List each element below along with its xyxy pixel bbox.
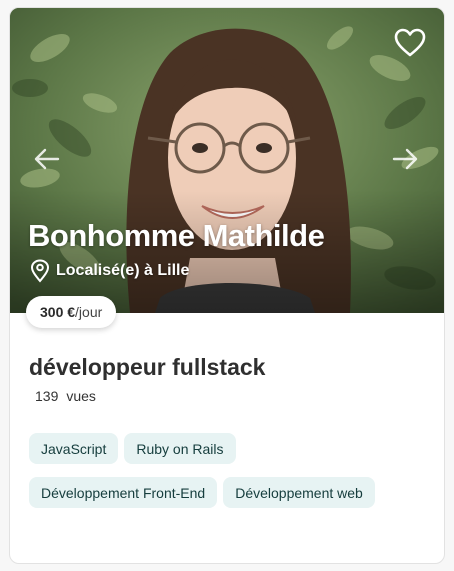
map-pin-icon <box>30 259 50 283</box>
daily-rate-amount: 300 € <box>40 304 76 320</box>
profile-photo[interactable]: Bonhomme Mathilde Localisé(e) à Lille <box>10 8 444 313</box>
arrow-right-icon[interactable] <box>390 144 420 174</box>
daily-rate-unit: /jour <box>75 304 103 320</box>
skill-tags: JavaScript Ruby on Rails Développement F… <box>29 433 429 508</box>
skill-tag[interactable]: JavaScript <box>29 433 119 464</box>
views-label: vues <box>66 388 96 404</box>
profile-location: Localisé(e) à Lille <box>30 259 189 283</box>
skill-tag[interactable]: Développement web <box>223 477 375 508</box>
favorite-heart-icon[interactable] <box>394 28 426 58</box>
job-title: développeur fullstack <box>29 354 266 380</box>
profile-name: Bonhomme Mathilde <box>28 218 325 253</box>
freelancer-card[interactable]: Bonhomme Mathilde Localisé(e) à Lille 30… <box>9 7 445 564</box>
skill-tag[interactable]: Ruby on Rails <box>124 433 236 464</box>
views-number: 139 <box>35 388 59 404</box>
arrow-left-icon[interactable] <box>32 144 62 174</box>
skill-tag[interactable]: Développement Front-End <box>29 477 218 508</box>
daily-rate-badge: 300 €/jour <box>26 296 117 328</box>
location-label: Localisé(e) à Lille <box>56 262 190 279</box>
views-count: 139 vues <box>35 388 96 404</box>
